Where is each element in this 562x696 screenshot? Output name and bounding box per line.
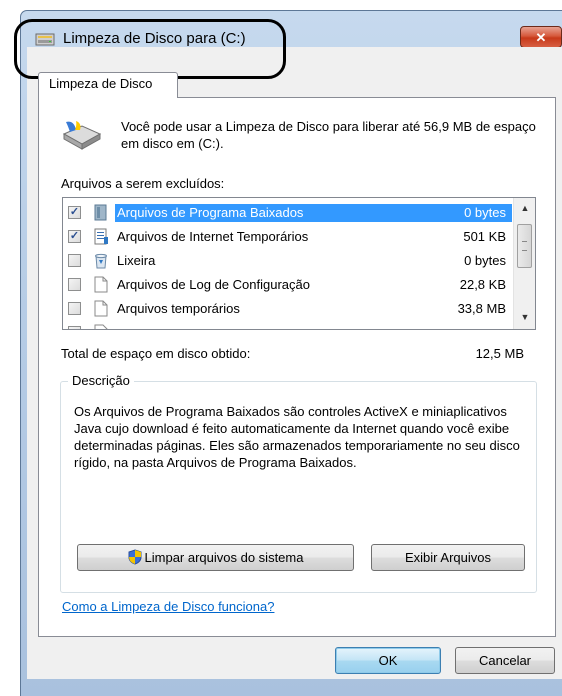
cancel-button[interactable]: Cancelar xyxy=(455,647,555,674)
disk-cleanup-large-icon xyxy=(62,121,102,150)
files-to-delete-label: Arquivos a serem excluídos: xyxy=(61,176,225,191)
checkbox[interactable] xyxy=(68,302,81,315)
uac-shield-icon xyxy=(128,549,142,565)
document-icon xyxy=(94,324,108,329)
scroll-thumb[interactable] xyxy=(517,224,532,268)
intro-text: Você pode usar a Limpeza de Disco para l… xyxy=(121,119,536,151)
description-title: Descrição xyxy=(68,373,134,388)
list-item[interactable]: Arquivos de Log de Configuração 22,8 KB xyxy=(63,273,512,297)
item-name: Arquivos de Internet Temporários xyxy=(117,229,309,244)
total-space-label: Total de espaço em disco obtido: xyxy=(61,346,251,361)
item-name: Arquivos de Log de Configuração xyxy=(117,277,310,292)
close-icon: ✕ xyxy=(535,30,547,45)
list-item[interactable]: ✓ Arquivos de Programa Baixados 0 bytes xyxy=(63,201,512,225)
item-name: Arquivos temporários xyxy=(117,301,240,316)
checkbox[interactable] xyxy=(68,326,81,329)
listbox-scrollbar[interactable]: ▲ ▼ xyxy=(513,198,535,329)
item-name: Lixeira xyxy=(117,253,156,268)
view-files-label: Exibir Arquivos xyxy=(405,550,491,565)
document-icon xyxy=(94,300,108,317)
tab-label: Limpeza de Disco xyxy=(49,76,153,91)
list-item[interactable]: Lixeira 0 bytes xyxy=(63,249,512,273)
disk-cleanup-icon xyxy=(35,33,55,46)
item-size: 33,8 MB xyxy=(457,301,506,316)
total-space-value: 12,5 MB xyxy=(475,346,524,361)
ok-button[interactable]: OK xyxy=(335,647,441,674)
item-size: 22,8 KB xyxy=(459,277,506,292)
downloaded-program-folder-icon xyxy=(94,204,107,221)
files-listbox[interactable]: ✓ Arquivos de Programa Baixados 0 bytes … xyxy=(62,197,536,330)
ok-label: OK xyxy=(378,653,398,668)
internet-files-icon xyxy=(94,228,108,245)
recycle-bin-icon xyxy=(95,253,107,269)
list-item[interactable]: Arquivos temporários 33,8 MB xyxy=(63,297,512,321)
view-files-button[interactable]: Exibir Arquivos xyxy=(371,544,525,571)
checkbox[interactable]: ✓ xyxy=(68,206,81,219)
item-size: 0 bytes xyxy=(464,205,506,220)
list-item[interactable]: ✓ Arquivos de Internet Temporários 501 K… xyxy=(63,225,512,249)
description-text: Os Arquivos de Programa Baixados são con… xyxy=(74,404,520,470)
item-size: 501 KB xyxy=(463,229,506,244)
help-link[interactable]: Como a Limpeza de Disco funciona? xyxy=(62,599,274,614)
cancel-label: Cancelar xyxy=(478,653,532,668)
item-name: Arquivos de Programa Baixados xyxy=(115,204,306,222)
scroll-up-icon[interactable]: ▲ xyxy=(519,203,531,217)
document-icon xyxy=(94,276,108,293)
clean-system-files-label: Limpar arquivos do sistema xyxy=(144,550,304,565)
checkbox[interactable] xyxy=(68,278,81,291)
item-size: 0 bytes xyxy=(464,253,506,268)
list-item-partial[interactable] xyxy=(63,321,512,329)
clean-system-files-button[interactable]: Limpar arquivos do sistema xyxy=(77,544,354,571)
close-button[interactable]: ✕ xyxy=(520,26,562,48)
window-title: Limpeza de Disco para (C:) xyxy=(63,30,246,47)
tab-disk-cleanup[interactable]: Limpeza de Disco xyxy=(38,72,178,98)
scroll-down-icon[interactable]: ▼ xyxy=(519,312,531,326)
checkbox[interactable]: ✓ xyxy=(68,230,81,243)
checkbox[interactable] xyxy=(68,254,81,267)
